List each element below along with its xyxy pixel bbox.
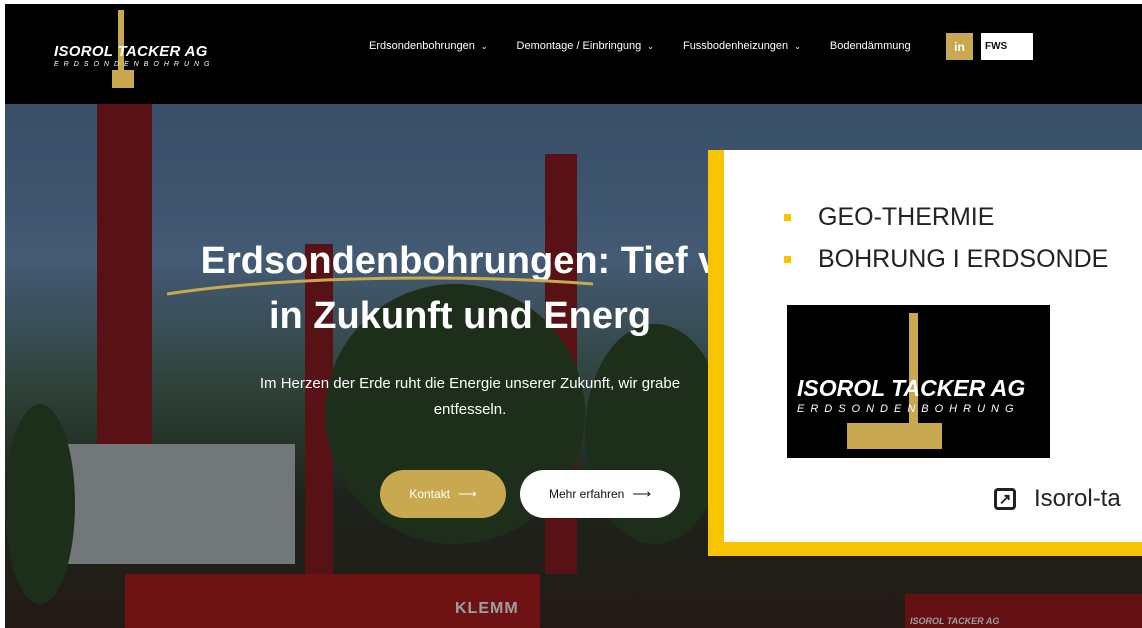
site-logo[interactable]: ISOROL TACKER AG ERDSONDENBOHRUNG xyxy=(50,10,210,90)
bullet-icon xyxy=(784,213,791,221)
card-logo-tagline: ERDSONDENBOHRUNG xyxy=(797,403,1020,415)
nav-label: Bodendämmung xyxy=(829,40,911,52)
arrow-right-icon: ⟶ xyxy=(458,486,477,501)
list-item: BOHRUNG I ERDSONDE xyxy=(784,238,1108,280)
nav-item-fussbodenheizungen[interactable]: Fussbodenheizungen ⌄ xyxy=(683,40,801,52)
title-underline-graphic xyxy=(166,276,594,296)
bullet-text: GEO-THERMIE xyxy=(818,202,995,231)
nav-label: Erdsondenbohrungen xyxy=(369,40,475,52)
contact-button[interactable]: Kontakt ⟶ xyxy=(380,470,506,518)
bullet-icon xyxy=(784,255,791,263)
hero-subtitle-line2: entfesseln. xyxy=(433,401,507,418)
card-logo: ISOROL TACKER AG ERDSONDENBOHRUNG xyxy=(787,305,1050,458)
contact-button-label: Kontakt xyxy=(409,487,451,501)
logo-tagline: ERDSONDENBOHRUNG xyxy=(54,61,215,68)
external-link-icon: ↗ xyxy=(994,488,1016,510)
nav-item-demontage[interactable]: Demontage / Einbringung ⌄ xyxy=(517,40,654,52)
bullet-text: BOHRUNG I ERDSONDE xyxy=(818,244,1109,273)
card-bullet-list: GEO-THERMIE BOHRUNG I ERDSONDE xyxy=(784,196,1108,280)
learn-more-button[interactable]: Mehr erfahren ⟶ xyxy=(520,470,680,518)
list-item: GEO-THERMIE xyxy=(784,196,1108,238)
external-link-text: Isorol-ta xyxy=(1034,485,1121,512)
arrow-right-icon: ⟶ xyxy=(632,486,651,501)
drill-base-graphic xyxy=(847,423,942,449)
fws-badge[interactable]: FWS xyxy=(981,33,1033,60)
learn-more-button-label: Mehr erfahren xyxy=(548,487,625,501)
external-link[interactable]: ↗ Isorol-ta xyxy=(994,485,1121,513)
chevron-down-icon: ⌄ xyxy=(480,41,488,51)
main-nav: Erdsondenbohrungen ⌄ Demontage / Einbrin… xyxy=(369,40,940,52)
nav-item-bodendaemmung[interactable]: Bodendämmung xyxy=(830,40,911,52)
chevron-down-icon: ⌄ xyxy=(794,41,801,51)
drill-base-graphic xyxy=(112,70,134,88)
nav-label: Fussbodenheizungen xyxy=(682,40,789,52)
logo-name: ISOROL TACKER AG xyxy=(54,43,208,60)
link-preview-card: GEO-THERMIE BOHRUNG I ERDSONDE ISOROL TA… xyxy=(708,150,1142,556)
card-content: GEO-THERMIE BOHRUNG I ERDSONDE ISOROL TA… xyxy=(724,150,1142,542)
hero-subtitle: Im Herzen der Erde ruht die Energie unse… xyxy=(210,371,730,423)
linkedin-icon[interactable]: in xyxy=(946,33,973,60)
card-logo-name: ISOROL TACKER AG xyxy=(797,375,1026,401)
site-header: ISOROL TACKER AG ERDSONDENBOHRUNG Erdson… xyxy=(5,4,1142,104)
hero-subtitle-line1: Im Herzen der Erde ruht die Energie unse… xyxy=(259,375,681,392)
nav-item-erdsondenbohrungen[interactable]: Erdsondenbohrungen ⌄ xyxy=(369,40,488,52)
chevron-down-icon: ⌄ xyxy=(647,41,654,51)
nav-label: Demontage / Einbringung xyxy=(516,40,642,52)
